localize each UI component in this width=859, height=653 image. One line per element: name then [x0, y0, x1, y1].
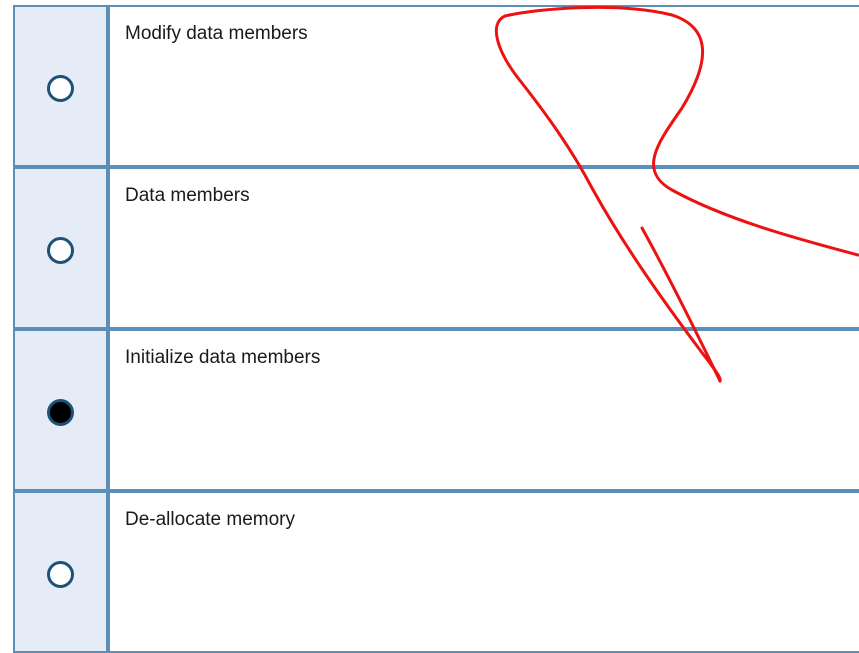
- option-text-cell[interactable]: Initialize data members: [108, 329, 859, 491]
- answer-options-list: Modify data members Data members Initial…: [0, 0, 859, 653]
- option-label: Data members: [125, 185, 250, 206]
- option-text-cell[interactable]: De-allocate memory: [108, 491, 859, 653]
- option-radio-cell[interactable]: [13, 491, 108, 653]
- option-label: De-allocate memory: [125, 509, 295, 530]
- radio-button-selected[interactable]: [47, 399, 74, 426]
- radio-button-unselected[interactable]: [47, 75, 74, 102]
- option-radio-cell[interactable]: [13, 167, 108, 329]
- option-row-data-members: Data members: [0, 167, 859, 329]
- option-text-cell[interactable]: Data members: [108, 167, 859, 329]
- radio-button-unselected[interactable]: [47, 237, 74, 264]
- option-row-initialize-data-members: Initialize data members: [0, 329, 859, 491]
- option-label: Initialize data members: [125, 347, 321, 368]
- option-row-modify-data-members: Modify data members: [0, 5, 859, 167]
- option-radio-cell[interactable]: [13, 329, 108, 491]
- option-label: Modify data members: [125, 23, 308, 44]
- option-row-de-allocate-memory: De-allocate memory: [0, 491, 859, 653]
- option-text-cell[interactable]: Modify data members: [108, 5, 859, 167]
- radio-button-unselected[interactable]: [47, 561, 74, 588]
- option-radio-cell[interactable]: [13, 5, 108, 167]
